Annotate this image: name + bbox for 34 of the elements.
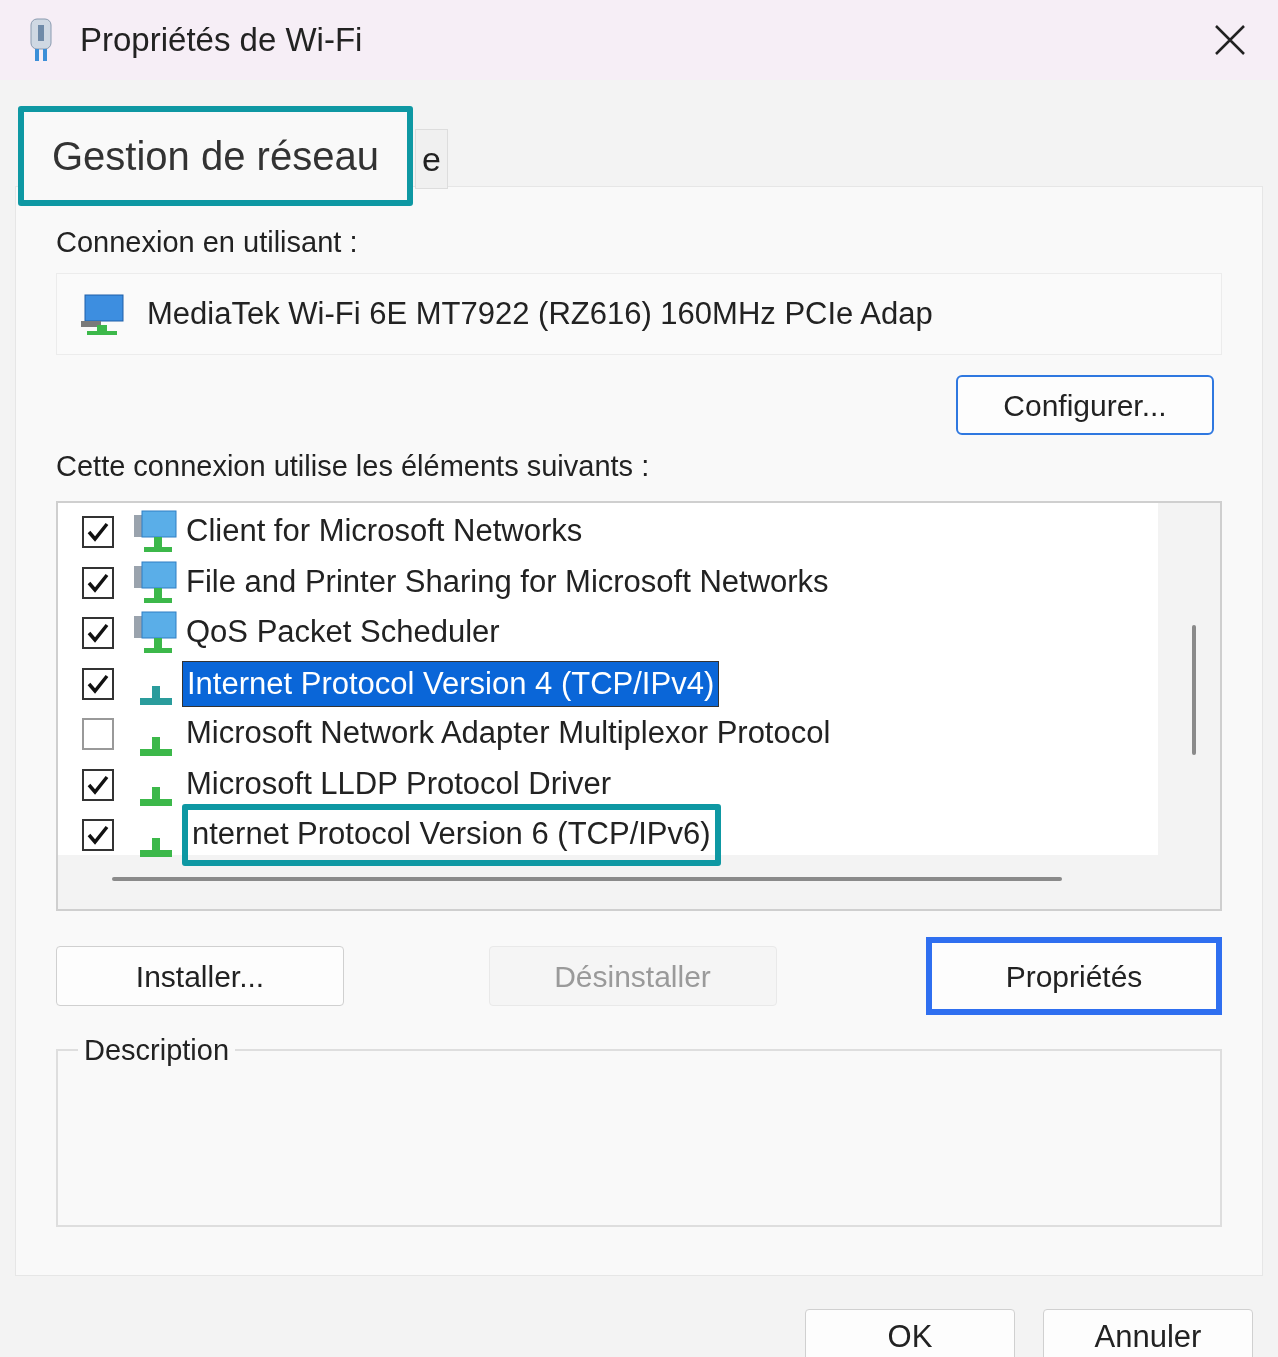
connection-label: Connexion en utilisant :	[56, 225, 359, 259]
checkbox[interactable]	[82, 718, 114, 751]
horizontal-scrollbar[interactable]	[112, 877, 1062, 881]
network-adapter-icon	[79, 291, 125, 337]
list-item[interactable]: File and Printer Sharing for Microsoft Networks	[182, 559, 833, 606]
ok-button[interactable]: OK	[805, 1308, 1015, 1357]
checkbox[interactable]	[82, 566, 114, 599]
checkbox[interactable]	[82, 667, 114, 700]
checkbox[interactable]	[82, 516, 114, 549]
list-item[interactable]: Client for Microsoft Networks	[182, 509, 587, 556]
cancel-button[interactable]: Annuler	[1043, 1308, 1253, 1357]
wifi-adapter-icon	[28, 17, 54, 63]
configure-button[interactable]: Configurer...	[956, 375, 1214, 435]
vertical-scrollbar[interactable]	[1192, 625, 1196, 755]
list-item[interactable]: Internet Protocol Version 4 (TCP/IPv4)	[182, 660, 720, 707]
list-item[interactable]: Microsoft Network Adapter Multiplexor Protocol	[182, 711, 835, 758]
tab[interactable]: e	[414, 129, 448, 189]
checkbox[interactable]	[82, 819, 114, 852]
network-protocol-icon	[140, 686, 172, 706]
network-protocol-icon	[140, 837, 172, 857]
close-icon	[1214, 24, 1246, 56]
list-item[interactable]: QoS Packet Scheduler	[182, 610, 504, 657]
properties-button[interactable]: Propriétés	[926, 937, 1222, 1015]
checkbox[interactable]	[82, 768, 114, 801]
list-item[interactable]: nternet Protocol Version 6 (TCP/IPv6)	[182, 804, 721, 867]
network-protocol-icon	[140, 787, 172, 807]
network-protocol-icon	[140, 736, 172, 756]
install-button[interactable]: Installer...	[56, 946, 344, 1006]
tab[interactable]: Gestion de réseau	[18, 106, 413, 206]
components-label: Cette connexion utilise les éléments suivants :	[56, 449, 651, 483]
network-computer-icon	[132, 559, 180, 606]
adapter-name: MediaTek Wi-Fi 6E MT7922 (RZ616) 160MHz PCIe Adap	[147, 294, 933, 333]
checkbox[interactable]	[82, 617, 114, 650]
window-title: Propriétés de Wi-Fi	[80, 20, 363, 61]
